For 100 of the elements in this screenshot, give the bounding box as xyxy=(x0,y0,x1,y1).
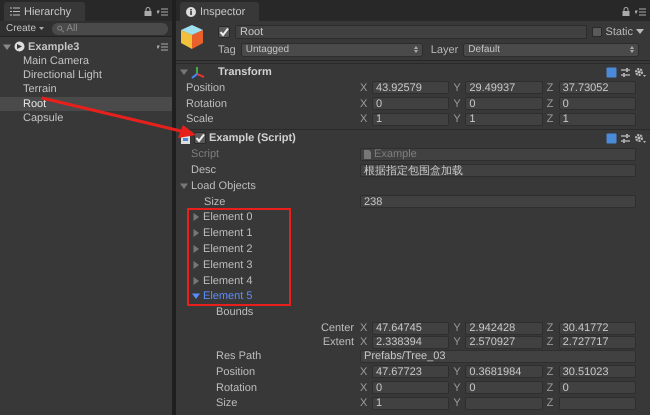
caret-icon[interactable] xyxy=(636,29,644,34)
hierarchy-item[interactable]: Terrain xyxy=(0,82,172,97)
gear-icon[interactable] xyxy=(634,132,646,144)
foldout-label[interactable]: Element 2 xyxy=(192,243,253,256)
property-label: Script xyxy=(191,148,220,160)
foldout-label[interactable]: Load Objects xyxy=(180,180,256,192)
checkbox[interactable] xyxy=(218,26,230,38)
checkmark-icon xyxy=(219,26,229,36)
foldout-label[interactable]: Element 1 xyxy=(192,227,253,240)
scene-icon xyxy=(14,41,25,52)
lock-icon[interactable] xyxy=(144,7,152,16)
hierarchy-item[interactable]: Directional Light xyxy=(0,68,172,82)
scene-name[interactable]: Example3 xyxy=(28,40,154,52)
expand-arrow[interactable] xyxy=(192,213,200,222)
number-field[interactable]: 30.51023 xyxy=(558,365,636,378)
axis-label: Y xyxy=(453,397,462,410)
foldout-label[interactable]: Element 0 xyxy=(192,211,253,224)
foldout-label[interactable]: Element 4 xyxy=(192,274,253,287)
lock-icon[interactable] xyxy=(622,7,630,16)
expand-arrow[interactable] xyxy=(192,292,200,300)
number-field[interactable]: 1 xyxy=(372,396,450,410)
layer-dropdown[interactable]: Default xyxy=(463,42,640,56)
number-field[interactable]: 0 xyxy=(465,97,543,110)
expand-arrow[interactable] xyxy=(192,260,200,269)
axis-label: Z xyxy=(546,82,554,94)
axes-icon xyxy=(191,66,205,78)
number-field[interactable]: 1 xyxy=(372,112,450,126)
number-field[interactable]: 0 xyxy=(465,381,543,394)
text-field[interactable]: 根据指定包围盒加载 xyxy=(360,164,636,177)
axis-label: X xyxy=(360,382,368,394)
number-field[interactable]: 0 xyxy=(372,381,450,394)
number-field[interactable]: 1 xyxy=(558,112,636,126)
inspector-tab[interactable]: Inspector xyxy=(180,2,260,21)
property-label: Rotation xyxy=(216,382,258,394)
tag-dropdown[interactable]: Untagged xyxy=(240,42,423,56)
hierarchy-item[interactable]: Capsule xyxy=(0,110,172,125)
foldout-label[interactable]: Element 3 xyxy=(192,258,253,271)
cube-icon xyxy=(180,24,204,50)
axis-label: X xyxy=(360,82,368,94)
property-label: Bounds xyxy=(216,306,254,318)
axis-label: X xyxy=(360,397,368,410)
number-field[interactable]: 30.41772 xyxy=(558,322,636,335)
menu-icon[interactable] xyxy=(157,8,168,16)
hierarchy-tab[interactable]: Hierarchy xyxy=(4,2,86,21)
search-input[interactable]: All xyxy=(66,23,168,34)
foldout-label[interactable]: Element 5 xyxy=(192,290,253,302)
number-field[interactable]: 238 xyxy=(360,195,636,208)
search-icon xyxy=(57,24,64,32)
number-field[interactable]: 29.49937 xyxy=(465,81,543,94)
number-field[interactable]: 37.73052 xyxy=(558,81,636,94)
menu-icon[interactable] xyxy=(635,8,646,16)
property-label: Res Path xyxy=(216,350,262,362)
menu-icon[interactable] xyxy=(157,42,168,50)
axis-label: Z xyxy=(546,382,554,394)
hierarchy-item[interactable]: Main Camera xyxy=(0,54,172,68)
axis-label: X xyxy=(360,98,368,110)
sliders-icon[interactable] xyxy=(620,66,631,78)
axis-label: Y xyxy=(453,366,462,378)
property-label: Size xyxy=(216,397,238,410)
checkbox[interactable] xyxy=(592,26,602,36)
expand-arrow[interactable] xyxy=(192,245,200,254)
text-field[interactable]: Prefabs/Tree_03 xyxy=(360,350,636,363)
axis-label: Z xyxy=(546,98,554,110)
property-label: Position xyxy=(186,82,226,94)
number-field[interactable]: 1 xyxy=(465,112,543,126)
number-field[interactable]: 0 xyxy=(558,97,636,110)
name-field[interactable]: Root xyxy=(235,24,588,38)
search-field[interactable]: All xyxy=(52,22,168,34)
number-field[interactable]: 0 xyxy=(558,381,636,394)
checkbox[interactable] xyxy=(194,132,206,144)
expand-arrow[interactable] xyxy=(180,68,188,76)
property-label: Desc xyxy=(191,164,218,176)
number-field[interactable]: 47.64745 xyxy=(372,322,450,335)
axis-label: X xyxy=(360,366,368,378)
expand-arrow[interactable] xyxy=(180,182,188,190)
expand-arrow[interactable] xyxy=(3,42,11,50)
document-icon xyxy=(364,150,371,159)
expand-arrow[interactable] xyxy=(192,276,200,285)
axis-label: Z xyxy=(546,366,554,378)
tag-label: Tag xyxy=(218,44,236,56)
number-field[interactable]: 43.92579 xyxy=(372,81,450,94)
number-field[interactable]: 2.570927 xyxy=(465,336,543,349)
expand-arrow[interactable] xyxy=(192,229,200,238)
number-field[interactable]: 2.338394 xyxy=(372,336,450,349)
axis-label: Y xyxy=(453,113,462,126)
number-field[interactable]: 2.942428 xyxy=(465,322,543,335)
sliders-icon[interactable] xyxy=(620,132,631,144)
create-dropdown[interactable]: Create xyxy=(4,23,46,34)
number-field[interactable]: 47.67723 xyxy=(372,365,450,378)
list-icon xyxy=(10,7,20,16)
axis-label: Z xyxy=(546,336,554,348)
gear-icon[interactable] xyxy=(634,66,646,78)
property-label: Scale xyxy=(186,113,215,126)
axis-label: Z xyxy=(546,113,554,126)
axis-label: X xyxy=(360,322,368,334)
property-label: Position xyxy=(216,366,256,378)
number-field[interactable]: 2.727717 xyxy=(558,336,636,349)
number-field[interactable]: 0.3681984 xyxy=(465,365,543,378)
number-field[interactable]: 0 xyxy=(372,97,450,110)
hierarchy-item[interactable]: Root xyxy=(0,96,172,111)
